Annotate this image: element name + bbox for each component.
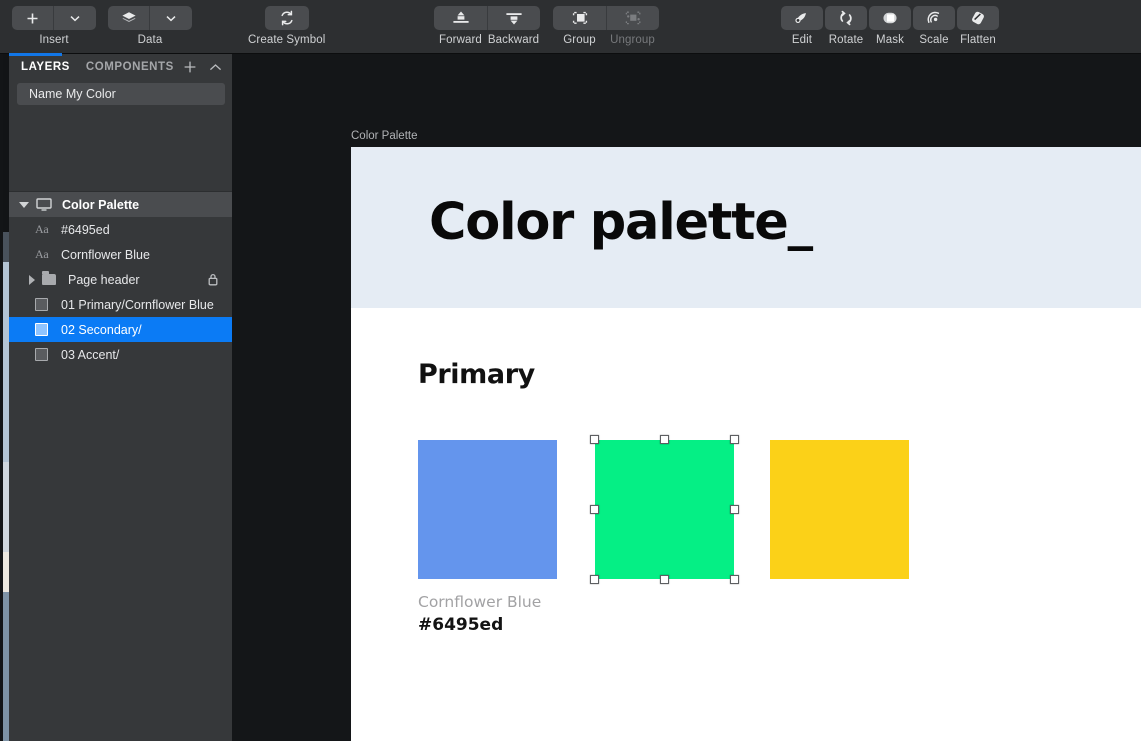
- section-title-primary[interactable]: Primary: [418, 359, 535, 390]
- layers-panel: LAYERS COMPONENTS Name My Color Color Pa…: [9, 53, 232, 741]
- text-layer-icon: Aa: [35, 247, 49, 261]
- layer-row-cornflower-blue-text[interactable]: Aa Cornflower Blue: [9, 242, 232, 267]
- mask-icon[interactable]: [869, 6, 911, 30]
- swatch-hex-label[interactable]: #6495ed: [418, 615, 503, 635]
- app-window: Insert Data Create Symbol Forward Backwa…: [0, 0, 1141, 741]
- shape-layer-icon: [35, 298, 53, 311]
- layer-row-hex-text[interactable]: Aa #6495ed: [9, 217, 232, 242]
- toolbar-item-flatten[interactable]: Flatten: [957, 6, 999, 46]
- toolbar-label-create-symbol: Create Symbol: [248, 34, 326, 46]
- toolbar-label-insert: Insert: [39, 34, 69, 46]
- selection-bounding-box: [590, 435, 739, 584]
- chevron-right-icon[interactable]: [29, 274, 35, 285]
- group-icon[interactable]: [553, 6, 606, 30]
- toolbar-item-insert[interactable]: Insert: [12, 6, 96, 46]
- toolbar-label-data: Data: [137, 34, 163, 46]
- move-backward-icon[interactable]: [487, 6, 540, 30]
- layer-row-02-secondary[interactable]: 02 Secondary/: [9, 317, 232, 342]
- toolbar-group-insert-data: Insert Data: [12, 6, 192, 46]
- collapse-panel-icon[interactable]: [208, 59, 224, 75]
- main-toolbar: Insert Data Create Symbol Forward Backwa…: [0, 0, 1141, 54]
- layer-label: 03 Accent/: [61, 347, 120, 362]
- layer-label: Color Palette: [62, 197, 140, 212]
- toolbar-item-create-symbol[interactable]: Create Symbol: [248, 6, 325, 46]
- toolbar-label-flatten: Flatten: [960, 34, 996, 46]
- layers-stack-icon[interactable]: [108, 6, 150, 30]
- resize-handle-top-left[interactable]: [590, 435, 599, 444]
- toolbar-group-arrange: Forward Backward Group Ungroup: [434, 6, 659, 46]
- toolbar-label-backward: Backward: [487, 34, 540, 46]
- resize-handle-bottom-center[interactable]: [660, 575, 669, 584]
- accent-swatch-yellow[interactable]: [770, 440, 909, 579]
- scale-icon[interactable]: [913, 6, 955, 30]
- toolbar-label-forward: Forward: [439, 34, 482, 46]
- artboard-icon: [36, 198, 54, 211]
- layer-row-page-header-group[interactable]: Page header: [9, 267, 232, 292]
- color-name-input[interactable]: [17, 83, 225, 105]
- swatch-name-label[interactable]: Cornflower Blue: [418, 593, 541, 611]
- resize-handle-bottom-right[interactable]: [730, 575, 739, 584]
- artboard-name-label[interactable]: Color Palette: [351, 130, 417, 142]
- toolbar-label-mask: Mask: [876, 34, 904, 46]
- tab-components[interactable]: COMPONENTS: [78, 61, 182, 73]
- layer-label: Page header: [68, 272, 140, 287]
- move-forward-icon[interactable]: [434, 6, 487, 30]
- layer-label: 01 Primary/Cornflower Blue: [61, 297, 214, 312]
- shape-layer-icon: [35, 348, 53, 361]
- chevron-down-icon[interactable]: [19, 201, 29, 208]
- lock-icon[interactable]: [208, 273, 218, 286]
- resize-handle-top-right[interactable]: [730, 435, 739, 444]
- background-window-sliver: [0, 0, 9, 741]
- layer-label: 02 Secondary/: [61, 322, 142, 337]
- toolbar-label-rotate: Rotate: [828, 34, 864, 46]
- layer-row-artboard-color-palette[interactable]: Color Palette: [9, 191, 232, 217]
- design-canvas[interactable]: Color Palette Color palette_ Primary Cor…: [232, 54, 1141, 741]
- primary-swatch-cornflower-blue[interactable]: [418, 440, 557, 579]
- chevron-down-icon[interactable]: [150, 6, 192, 30]
- layers-empty-space: [9, 105, 232, 191]
- layer-row-03-accent[interactable]: 03 Accent/: [9, 342, 232, 367]
- edit-node-icon[interactable]: [781, 6, 823, 30]
- layer-label: #6495ed: [61, 222, 110, 237]
- resize-handle-bottom-left[interactable]: [590, 575, 599, 584]
- resize-handle-top-center[interactable]: [660, 435, 669, 444]
- chevron-down-icon[interactable]: [54, 6, 96, 30]
- resize-handle-middle-right[interactable]: [730, 505, 739, 514]
- resize-handle-middle-left[interactable]: [590, 505, 599, 514]
- toolbar-label-scale: Scale: [919, 34, 949, 46]
- refresh-symbol-icon[interactable]: [264, 6, 309, 30]
- toolbar-label-edit: Edit: [791, 34, 813, 46]
- toolbar-item-edit[interactable]: Edit: [781, 6, 823, 46]
- toolbar-label-ungroup: Ungroup: [610, 34, 655, 46]
- page-title[interactable]: Color palette_: [429, 193, 813, 252]
- layer-row-01-primary-cornflower-blue[interactable]: 01 Primary/Cornflower Blue: [9, 292, 232, 317]
- panel-tab-bar: LAYERS COMPONENTS: [9, 54, 232, 80]
- layer-label: Cornflower Blue: [61, 247, 150, 262]
- toolbar-item-rotate[interactable]: Rotate: [825, 6, 867, 46]
- text-layer-icon: Aa: [35, 222, 49, 236]
- ungroup-icon: [606, 6, 659, 30]
- rotate-icon[interactable]: [825, 6, 867, 30]
- toolbar-group-edit-tools: Edit Rotate Mask Scale Flatten: [781, 6, 999, 46]
- tab-layers[interactable]: LAYERS: [13, 61, 78, 73]
- folder-icon: [42, 271, 60, 285]
- toolbar-item-mask[interactable]: Mask: [869, 6, 911, 46]
- artboard-color-palette[interactable]: Color palette_ Primary Cornflower Blue #…: [351, 147, 1141, 741]
- flatten-icon[interactable]: [957, 6, 999, 30]
- toolbar-item-data[interactable]: Data: [108, 6, 192, 46]
- plus-icon[interactable]: [12, 6, 54, 30]
- toolbar-label-group: Group: [563, 34, 596, 46]
- shape-layer-icon: [35, 323, 53, 336]
- toolbar-item-scale[interactable]: Scale: [913, 6, 955, 46]
- add-layer-icon[interactable]: [182, 59, 198, 75]
- toolbar-group-symbol: Create Symbol: [248, 6, 325, 46]
